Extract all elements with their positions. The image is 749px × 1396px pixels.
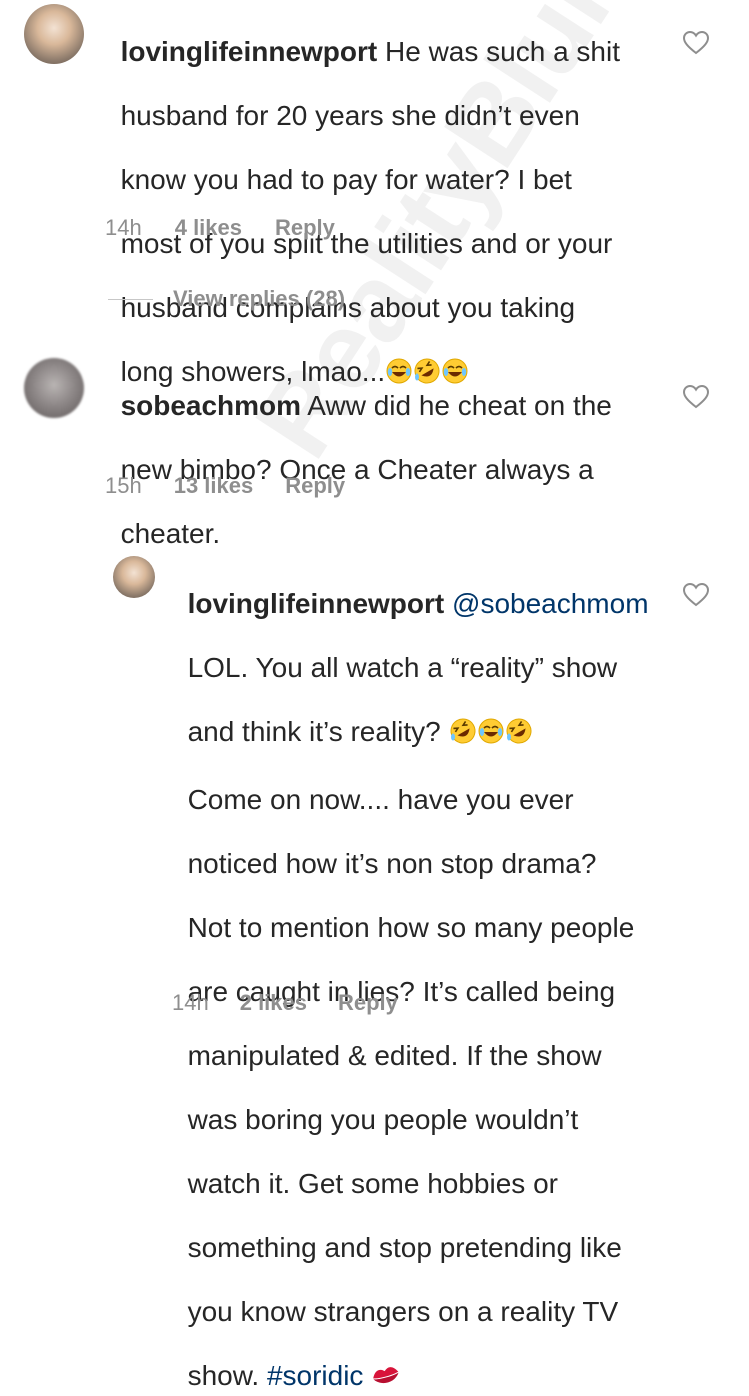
comment-timestamp: 14h (105, 215, 142, 240)
rofl-icon (505, 717, 533, 752)
reply-button[interactable]: Reply (285, 473, 345, 499)
like-heart-icon[interactable] (682, 582, 710, 607)
hashtag-link[interactable]: #soridic (267, 1360, 363, 1391)
comment-username[interactable]: lovinglifeinnewport (188, 588, 445, 619)
comment-meta: 14h 2 likes Reply (172, 990, 398, 1016)
avatar[interactable] (24, 4, 84, 64)
comment-text: lovinglifeinnewport He was such a shit h… (105, 4, 665, 392)
comment-text: lovinglifeinnewport @sobeachmom LOL. You… (172, 556, 672, 1396)
comment-timestamp: 15h (105, 473, 142, 498)
like-count[interactable]: 2 likes (240, 990, 307, 1016)
comment-timestamp: 14h (172, 990, 209, 1015)
avatar[interactable] (24, 358, 84, 418)
like-count[interactable]: 13 likes (174, 473, 254, 499)
comment-username[interactable]: sobeachmom (121, 390, 302, 421)
divider (108, 298, 153, 300)
reply-button[interactable]: Reply (338, 990, 398, 1016)
view-replies-button[interactable]: View replies (28) (108, 286, 345, 312)
kiss-mark-icon (371, 1363, 401, 1396)
view-replies-label: View replies (28) (173, 286, 346, 311)
like-heart-icon[interactable] (682, 384, 710, 409)
avatar[interactable] (113, 556, 155, 598)
mention-link[interactable]: @sobeachmom (452, 588, 649, 619)
comment-meta: 15h 13 likes Reply (105, 473, 345, 499)
like-heart-icon[interactable] (682, 30, 710, 55)
reply-button[interactable]: Reply (275, 215, 335, 241)
comment-username[interactable]: lovinglifeinnewport (121, 36, 378, 67)
comment-text: sobeachmom Aww did he cheat on the new b… (120, 390, 612, 549)
rofl-icon (449, 717, 477, 752)
laughing-tears-icon (477, 717, 505, 752)
comment-meta: 14h 4 likes Reply (105, 215, 335, 241)
like-count[interactable]: 4 likes (175, 215, 242, 241)
